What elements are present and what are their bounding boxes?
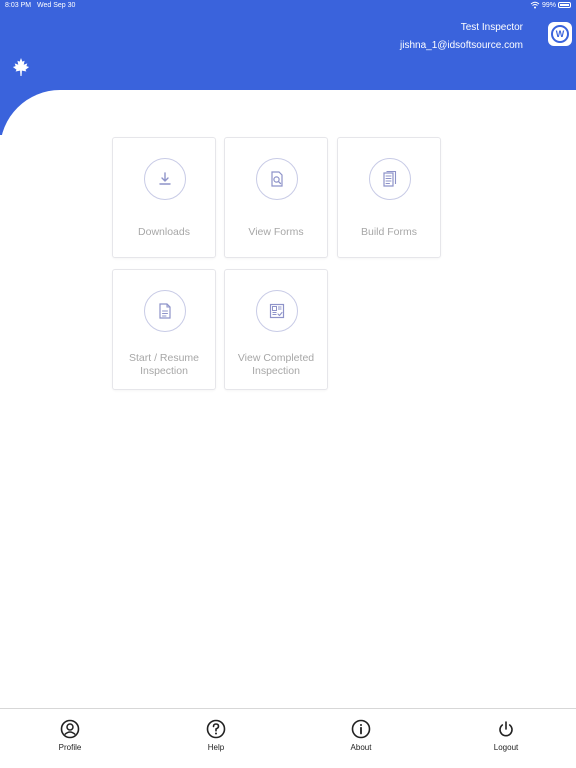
tile-icon-circle — [144, 158, 186, 200]
tab-logout[interactable]: Logout — [466, 719, 546, 763]
tile-icon-circle — [369, 158, 411, 200]
tab-about-label: About — [350, 743, 372, 752]
downloads-label: Downloads — [138, 226, 190, 238]
tab-profile[interactable]: Profile — [30, 719, 110, 763]
tile-icon-circle — [256, 290, 298, 332]
battery-icon — [558, 2, 571, 8]
view-completed-label-line2: Inspection — [252, 365, 300, 377]
user-email: jishna_1@idsoftsource.com — [400, 40, 523, 51]
build-forms-label: Build Forms — [360, 226, 417, 238]
tile-icon-circle — [144, 290, 186, 332]
status-date: Wed Sep 30 — [37, 2, 76, 9]
maple-leaf-icon — [12, 58, 30, 76]
download-icon — [159, 172, 171, 185]
view-completed-label-line1: View Completed — [237, 352, 315, 364]
downloads-tile[interactable]: Downloads — [112, 137, 216, 258]
tab-help[interactable]: Help — [176, 719, 256, 763]
tile-icon-circle — [256, 158, 298, 200]
start-resume-inspection-tile[interactable]: Start / Resume Inspection — [112, 269, 216, 390]
view-forms-icon — [271, 171, 283, 187]
status-time: 8:03 PM — [5, 2, 32, 9]
view-completed-inspection-tile[interactable]: View Completed Inspection — [224, 269, 328, 390]
status-bar: 8:03 PM Wed Sep 30 99% — [0, 0, 576, 12]
view-forms-tile[interactable]: View Forms — [224, 137, 328, 258]
tab-logout-label: Logout — [493, 743, 519, 752]
tab-profile-label: Profile — [58, 743, 82, 752]
user-name: Test Inspector — [460, 22, 523, 33]
start-resume-label-line1: Start / Resume — [128, 352, 200, 364]
bottom-tab-bar: Profile Help About Logout — [0, 708, 576, 768]
profile-icon — [60, 719, 80, 739]
view-forms-label: View Forms — [248, 226, 304, 238]
tab-help-label: Help — [207, 743, 225, 752]
power-icon — [499, 721, 513, 737]
app-badge-letter: W — [551, 25, 569, 43]
document-icon — [159, 303, 171, 319]
build-forms-tile[interactable]: Build Forms — [337, 137, 441, 258]
home-screen: 8:03 PM Wed Sep 30 99% Test Inspector ji… — [0, 0, 576, 768]
tab-about[interactable]: About — [321, 719, 401, 763]
battery-percent: 99% — [542, 2, 557, 9]
info-icon — [351, 719, 371, 739]
help-icon — [206, 719, 226, 739]
wifi-icon — [530, 1, 540, 9]
build-forms-icon — [383, 170, 397, 187]
start-resume-label: Start / Resume Inspection — [117, 352, 211, 378]
completed-inspection-icon — [269, 303, 285, 319]
app-badge[interactable]: W — [548, 22, 572, 46]
start-resume-label-line2: Inspection — [140, 365, 188, 377]
view-completed-label: View Completed Inspection — [229, 352, 323, 378]
